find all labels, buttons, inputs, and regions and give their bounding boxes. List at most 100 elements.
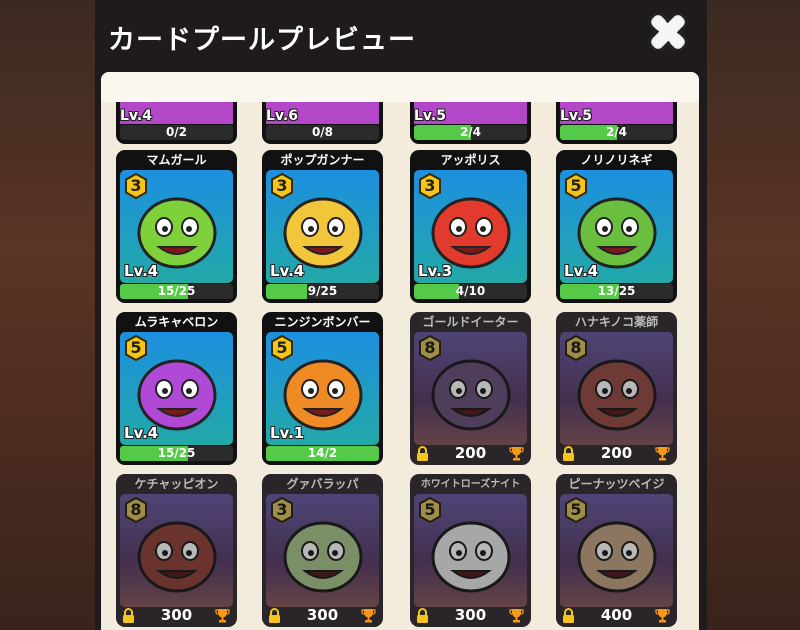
trophy-icon	[215, 608, 230, 627]
cost-badge: 5	[563, 497, 589, 523]
card-name: ポップガンナー	[280, 153, 365, 167]
cost-badge: 8	[123, 497, 149, 523]
cost-badge: 8	[417, 335, 443, 361]
card[interactable]: ケチャッピオン 8 300	[116, 474, 237, 627]
card[interactable]: ムラキャベロン 5 Lv.4 15/25	[116, 312, 237, 465]
card-partial[interactable]: Lv.5 2/4	[410, 102, 531, 144]
card-grid-panel[interactable]: Lv.4 0/2 Lv.6 0/8 Lv.5 2/4 Lv.5 2/4 マムガール 3 Lv.4 15…	[101, 72, 699, 630]
card-art: 5	[560, 494, 673, 607]
card-name: ゴールドイーター	[422, 315, 519, 329]
card-art: 5 Lv.4	[560, 170, 673, 283]
cost-value: 3	[130, 176, 142, 195]
card-art: 5 Lv.1	[266, 332, 379, 445]
unlock-cost-row: 200	[560, 445, 673, 462]
card-art: 3	[266, 494, 379, 607]
character-portrait	[571, 351, 663, 439]
card[interactable]: ノリノリネギ 5 Lv.4 13/25	[556, 150, 677, 303]
card[interactable]: グァバラッパ 3 300	[262, 474, 383, 627]
character-portrait	[425, 351, 517, 439]
card-level: Lv.3	[418, 262, 453, 280]
progress-bar: 13/25	[560, 284, 673, 299]
card[interactable]: ホワイトローズナイト 5 300	[410, 474, 531, 627]
cost-value: 5	[424, 500, 436, 519]
cost-badge: 5	[269, 335, 295, 361]
card-name: ノリノリネギ	[580, 153, 653, 167]
card-art: 5 Lv.4	[120, 332, 233, 445]
progress-bar: 15/25	[120, 446, 233, 461]
close-icon	[648, 12, 688, 52]
card-name: ハナキノコ薬師	[574, 315, 659, 329]
card[interactable]: ニンジンボンバー 5 Lv.1 14/2	[262, 312, 383, 465]
progress-text: 13/25	[597, 284, 636, 298]
card-level: Lv.5	[560, 108, 592, 124]
card-art: 8	[120, 494, 233, 607]
cost-badge: 5	[123, 335, 149, 361]
card-partial[interactable]: Lv.6 0/8	[262, 102, 383, 144]
card[interactable]: ピーナッツベイジ 5 400	[556, 474, 677, 627]
card-name: マムガール	[146, 153, 207, 167]
cost-value: 8	[424, 338, 436, 357]
progress-bar: 2/4	[560, 125, 673, 140]
progress-bar: 15/25	[120, 284, 233, 299]
card-name: ニンジンボンバー	[274, 315, 371, 329]
character-portrait	[571, 513, 663, 601]
cost-value: 5	[276, 338, 288, 357]
card-art: 3 Lv.4	[266, 170, 379, 283]
trophy-icon	[509, 446, 524, 465]
cost-value: 3	[276, 500, 288, 519]
card-level: Lv.1	[270, 424, 305, 442]
panel-header	[101, 72, 699, 102]
card-name: ムラキャベロン	[134, 315, 219, 329]
cost-badge: 3	[269, 173, 295, 199]
card[interactable]: ゴールドイーター 8 200	[410, 312, 531, 465]
trophy-icon	[655, 608, 670, 627]
character-portrait	[425, 513, 517, 601]
card-name: ケチャッピオン	[134, 477, 219, 491]
cost-badge: 3	[269, 497, 295, 523]
cost-badge: 5	[563, 173, 589, 199]
card-level: Lv.4	[124, 262, 159, 280]
card[interactable]: ポップガンナー 3 Lv.4 9/25	[262, 150, 383, 303]
card-name: アッポリス	[440, 153, 501, 167]
cost-value: 3	[276, 176, 288, 195]
card-partial[interactable]: Lv.5 2/4	[556, 102, 677, 144]
progress-bar: 0/8	[266, 125, 379, 140]
dialog-title: カードプールプレビュー	[108, 25, 416, 56]
progress-bar: 2/4	[414, 125, 527, 140]
card-level: Lv.4	[270, 262, 305, 280]
card-name: ピーナッツベイジ	[568, 477, 665, 491]
card[interactable]: アッポリス 3 Lv.3 4/10	[410, 150, 531, 303]
card[interactable]: マムガール 3 Lv.4 15/25	[116, 150, 237, 303]
trophy-icon	[361, 608, 376, 627]
progress-text: 15/25	[157, 284, 196, 298]
progress-text: 2/4	[459, 125, 482, 139]
close-button[interactable]	[642, 6, 694, 58]
progress-text: 2/4	[605, 125, 628, 139]
card[interactable]: ハナキノコ薬師 8 200	[556, 312, 677, 465]
unlock-cost-row: 300	[120, 607, 233, 624]
progress-bar: 9/25	[266, 284, 379, 299]
cost-badge: 3	[417, 173, 443, 199]
cost-badge: 3	[123, 173, 149, 199]
trophy-icon	[509, 608, 524, 627]
progress-bar: 0/2	[120, 125, 233, 140]
card-art: 3 Lv.3	[414, 170, 527, 283]
progress-text: 0/2	[165, 125, 188, 139]
card-level: Lv.4	[564, 262, 599, 280]
progress-text: 15/25	[157, 446, 196, 460]
cost-badge: 5	[417, 497, 443, 523]
background-right	[707, 0, 800, 630]
unlock-cost-row: 300	[266, 607, 379, 624]
unlock-cost-row: 400	[560, 607, 673, 624]
card-art: 5	[414, 494, 527, 607]
card-partial[interactable]: Lv.4 0/2	[116, 102, 237, 144]
cost-value: 8	[130, 500, 142, 519]
cost-value: 8	[570, 338, 582, 357]
cost-value: 5	[570, 176, 582, 195]
cost-value: 3	[424, 176, 436, 195]
card-art: 3 Lv.4	[120, 170, 233, 283]
progress-text: 0/8	[311, 125, 334, 139]
card-level: Lv.4	[120, 108, 152, 124]
progress-bar: 4/10	[414, 284, 527, 299]
card-name: ホワイトローズナイト	[420, 479, 521, 490]
